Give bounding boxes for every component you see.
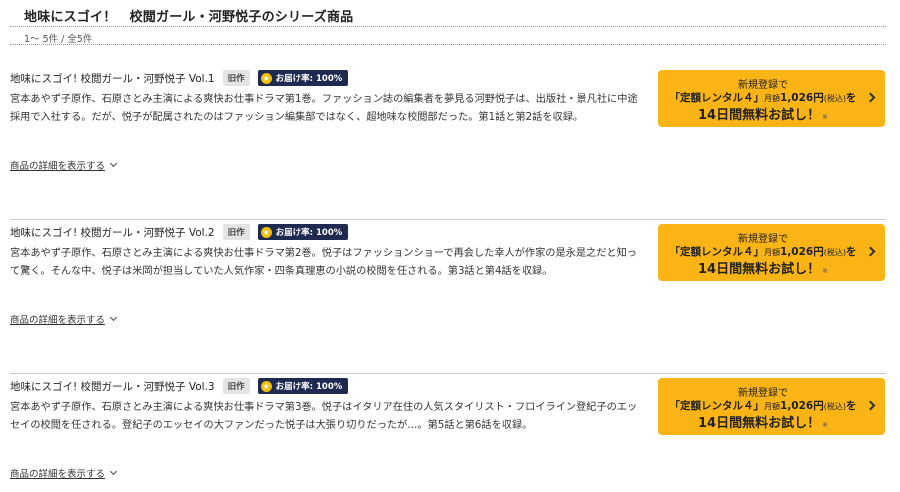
cta-line2: 「定額レンタル４」月額1,026円(税込)を — [669, 400, 857, 412]
free-trial-button[interactable]: 新規登録で 「定額レンタル４」月額1,026円(税込)を 14日間無料お試し！ ※ — [658, 70, 885, 127]
cta-line1: 新規登録で — [738, 80, 788, 91]
old-release-badge: 旧作 — [222, 70, 250, 86]
star-icon: ★ — [260, 72, 272, 84]
page-title: 地味にスゴイ！ 校閲ガール・河野悦子のシリーズ商品 — [24, 10, 354, 25]
product-title-row: 地味にスゴイ! 校閲ガール・河野悦子 Vol.3 旧作 ★ お届け率: 100% — [10, 378, 349, 394]
show-details-label: 商品の詳細を表示する — [10, 315, 106, 326]
show-details-link[interactable]: 商品の詳細を表示する — [10, 466, 118, 480]
cta-line1: 新規登録で — [738, 234, 788, 245]
product-item: 地味にスゴイ! 校閲ガール・河野悦子 Vol.3 旧作 ★ お届け率: 100%… — [10, 378, 886, 492]
delivery-rate-badge: ★ お届け率: 100% — [257, 224, 349, 240]
delivery-rate-badge: ★ お届け率: 100% — [257, 378, 349, 394]
chevron-down-icon — [109, 159, 118, 168]
product-description: 宮本あやず子原作、石原さとみ主演による爽快お仕事ドラマ第1巻。ファッション誌の編… — [10, 94, 638, 123]
show-details-label: 商品の詳細を表示する — [10, 469, 106, 480]
old-release-badge: 旧作 — [222, 224, 250, 240]
product-description: 宮本あやず子原作、石原さとみ主演による爽快お仕事ドラマ第2巻。悦子はファッション… — [10, 248, 637, 277]
product-title-row: 地味にスゴイ! 校閲ガール・河野悦子 Vol.1 旧作 ★ お届け率: 100% — [10, 70, 349, 86]
product-description: 宮本あやず子原作、石原さとみ主演による爽快お仕事ドラマ第3巻。悦子はイタリア在住… — [10, 402, 638, 431]
cta-line3: 14日間無料お試し！ ※ — [698, 416, 828, 431]
item-divider — [10, 219, 886, 220]
delivery-rate-text: お届け率: 100% — [275, 228, 343, 238]
product-title-link[interactable]: 地味にスゴイ! 校閲ガール・河野悦子 Vol.1 — [10, 71, 215, 86]
result-count: 1～ 5件 / 全5件 — [24, 34, 93, 45]
cta-line2: 「定額レンタル４」月額1,026円(税込)を — [669, 92, 857, 104]
star-icon: ★ — [260, 226, 272, 238]
delivery-rate-text: お届け率: 100% — [275, 382, 343, 392]
product-title-link[interactable]: 地味にスゴイ! 校閲ガール・河野悦子 Vol.3 — [10, 379, 215, 394]
chevron-down-icon — [109, 467, 118, 476]
item-divider — [10, 373, 886, 374]
product-item: 地味にスゴイ! 校閲ガール・河野悦子 Vol.2 旧作 ★ お届け率: 100%… — [10, 224, 886, 374]
free-trial-button[interactable]: 新規登録で 「定額レンタル４」月額1,026円(税込)を 14日間無料お試し！ ※ — [658, 378, 885, 435]
old-release-badge: 旧作 — [222, 378, 250, 394]
free-trial-button[interactable]: 新規登録で 「定額レンタル４」月額1,026円(税込)を 14日間無料お試し！ ※ — [658, 224, 885, 281]
cta-line2: 「定額レンタル４」月額1,026円(税込)を — [669, 246, 857, 258]
cta-line3: 14日間無料お試し！ ※ — [698, 108, 828, 123]
header-divider — [10, 26, 886, 27]
delivery-rate-badge: ★ お届け率: 100% — [257, 70, 349, 86]
count-divider — [10, 44, 886, 45]
show-details-link[interactable]: 商品の詳細を表示する — [10, 312, 118, 326]
show-details-link[interactable]: 商品の詳細を表示する — [10, 158, 118, 172]
cta-line3: 14日間無料お試し！ ※ — [698, 262, 828, 277]
cta-line1: 新規登録で — [738, 388, 788, 399]
product-title-link[interactable]: 地味にスゴイ! 校閲ガール・河野悦子 Vol.2 — [10, 225, 215, 240]
chevron-down-icon — [109, 313, 118, 322]
star-icon: ★ — [260, 380, 272, 392]
product-title-row: 地味にスゴイ! 校閲ガール・河野悦子 Vol.2 旧作 ★ お届け率: 100% — [10, 224, 349, 240]
product-item: 地味にスゴイ! 校閲ガール・河野悦子 Vol.1 旧作 ★ お届け率: 100%… — [10, 70, 886, 220]
delivery-rate-text: お届け率: 100% — [275, 74, 343, 84]
show-details-label: 商品の詳細を表示する — [10, 161, 106, 172]
